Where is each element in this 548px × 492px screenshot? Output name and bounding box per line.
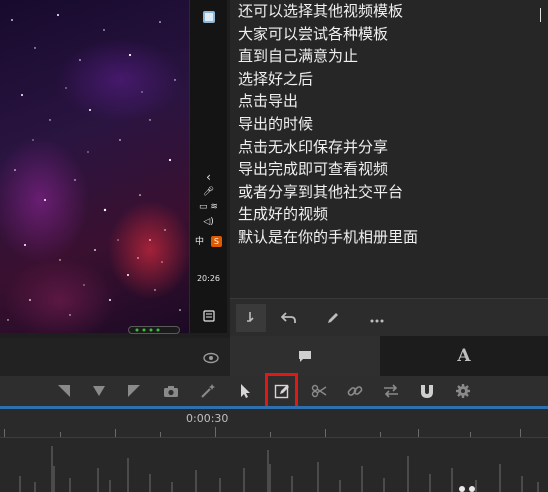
audio-waveform[interactable] xyxy=(0,438,548,492)
clock: 20:26 xyxy=(196,274,221,283)
battery-wifi-icon: ▭ ≋ xyxy=(199,202,218,212)
script-line[interactable]: 生成好的视频 xyxy=(238,203,418,226)
script-line[interactable]: 点击无水印保存并分享 xyxy=(238,136,418,159)
script-text-panel[interactable]: 还可以选择其他视频模板 大家可以尝试各种模板 直到自己满意为止 选择好之后 点击导出 导出… xyxy=(230,0,548,298)
chevron-left-icon: ‹ xyxy=(206,170,211,184)
trim-left-icon[interactable] xyxy=(53,380,75,402)
marker-icon[interactable] xyxy=(88,380,110,402)
script-line[interactable]: 导出的时候 xyxy=(238,113,418,136)
text-style-icon: A xyxy=(457,346,471,366)
script-text-lines[interactable]: 还可以选择其他视频模板 大家可以尝试各种模板 直到自己满意为止 选择好之后 点击导出 导出… xyxy=(238,0,418,249)
volume-icon: ◁) xyxy=(203,217,214,227)
tab-text-style[interactable]: A xyxy=(380,336,548,376)
script-line[interactable]: 大家可以尝试各种模板 xyxy=(238,23,418,46)
video-preview-panel: ‹ 🎤︎ ▭ ≋ ◁) 中 S 20:26 xyxy=(0,0,230,338)
script-line[interactable]: 或者分享到其他社交平台 xyxy=(238,181,418,204)
insert-icon[interactable] xyxy=(236,304,266,332)
script-line[interactable]: 直到自己满意为止 xyxy=(238,45,418,68)
app-icon xyxy=(190,10,227,27)
galaxy-stars xyxy=(7,14,181,321)
script-line[interactable]: 选择好之后 xyxy=(238,68,418,91)
link-icon[interactable] xyxy=(344,380,366,402)
mic-icon: 🎤︎ xyxy=(202,187,215,197)
undo-icon[interactable] xyxy=(274,304,304,332)
panel-tab-bar: A xyxy=(230,336,548,376)
script-line[interactable]: 点击导出 xyxy=(238,90,418,113)
more-icon[interactable] xyxy=(362,304,392,332)
phone-status-sidebar: ‹ 🎤︎ ▭ ≋ ◁) 中 S 20:26 xyxy=(189,0,227,333)
settings-icon[interactable] xyxy=(452,380,474,402)
script-line[interactable]: 导出完成即可查看视频 xyxy=(238,158,418,181)
script-line[interactable]: 默认是在你的手机相册里面 xyxy=(238,226,418,249)
pointer-icon[interactable] xyxy=(234,380,256,402)
timeline-ruler[interactable] xyxy=(0,409,548,438)
magic-wand-icon[interactable] xyxy=(197,380,219,402)
script-line[interactable]: 还可以选择其他视频模板 xyxy=(238,0,418,23)
comment-icon xyxy=(299,351,311,362)
app-badge-icon: S xyxy=(210,236,222,247)
ime-status: 中 S xyxy=(190,236,227,247)
ime-label: 中 xyxy=(195,237,205,247)
scissors-icon[interactable] xyxy=(308,380,330,402)
eye-icon[interactable] xyxy=(203,349,219,368)
text-toolbar xyxy=(230,298,548,337)
video-preview-frame[interactable] xyxy=(0,0,189,333)
waveform-graphic xyxy=(19,446,539,492)
magnet-icon[interactable] xyxy=(416,380,438,402)
preview-footer xyxy=(0,338,230,376)
swap-icon[interactable] xyxy=(380,380,402,402)
notification-icon xyxy=(190,310,227,325)
camera-icon[interactable] xyxy=(160,380,182,402)
pencil-icon[interactable] xyxy=(318,304,348,332)
edit-tool-highlight xyxy=(265,373,298,410)
trim-right-icon[interactable] xyxy=(123,380,145,402)
timeline-timecode: 0:00:30 xyxy=(186,412,229,425)
text-cursor xyxy=(540,8,541,22)
phone-nav-indicator xyxy=(128,326,180,334)
tab-comment[interactable] xyxy=(230,336,380,376)
